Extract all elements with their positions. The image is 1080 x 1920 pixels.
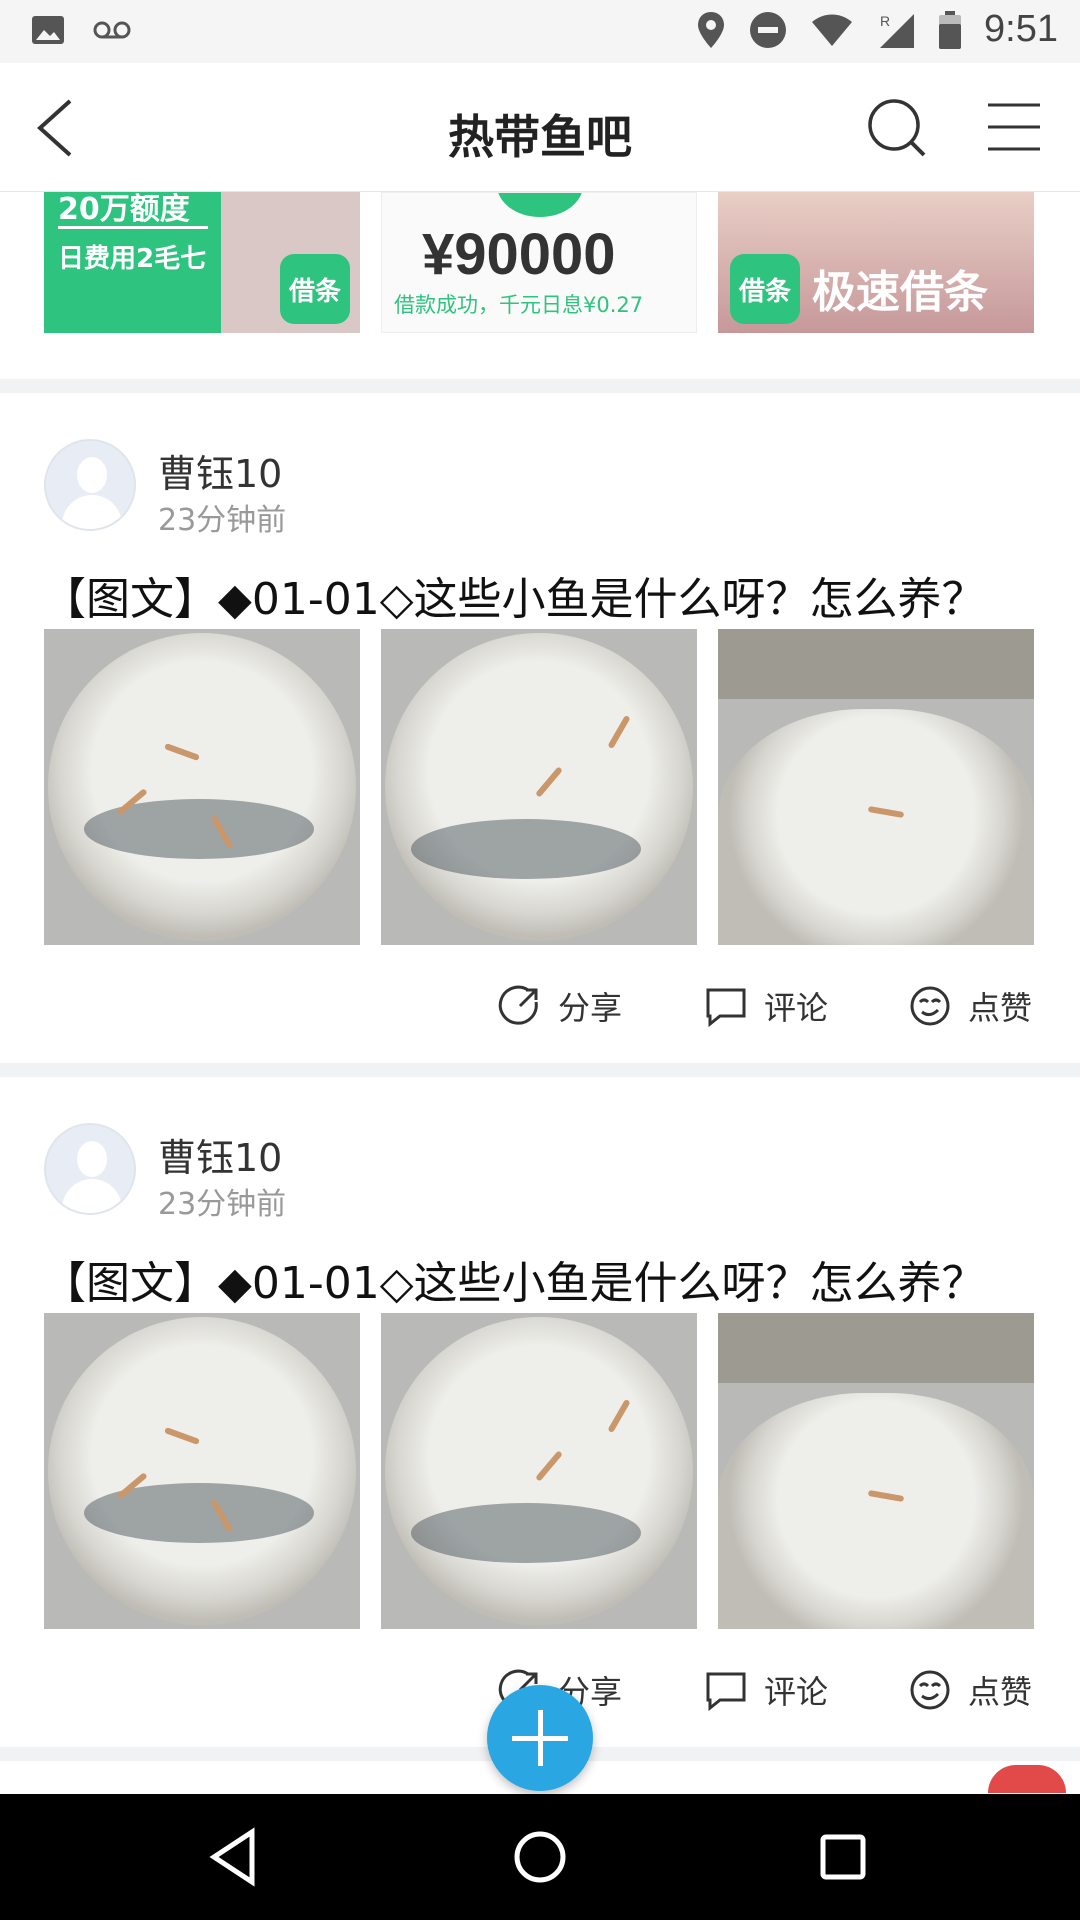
navigation-bar	[0, 1794, 1080, 1920]
share-action[interactable]: 分享	[498, 981, 622, 1031]
ad-subtitle: 借款成功，千元日息¥0.27	[394, 293, 644, 317]
ad-banner-1[interactable]: 20万额度 日费用2毛七 借条	[44, 192, 360, 333]
ad-badge: 借条	[730, 254, 800, 324]
post-image[interactable]	[718, 629, 1034, 945]
ad-strip: 20万额度 日费用2毛七 借条 ¥90000 借款成功，千元日息¥0.27 借条…	[0, 192, 1080, 382]
signal-roaming-icon: R	[880, 13, 915, 48]
post-title[interactable]: 【图文】◆01-01◇这些小鱼是什么呀？怎么养？	[42, 563, 986, 627]
comment-label: 评论	[764, 989, 829, 1027]
post-card[interactable]: 曹钰10 23分钟前 【图文】◆01-01◇这些小鱼是什么呀？怎么养？ 分享 评…	[0, 393, 1080, 1063]
like-icon	[910, 1670, 950, 1710]
like-label: 点赞	[968, 989, 1033, 1027]
section-divider	[0, 379, 1080, 393]
ad-divider	[58, 226, 208, 229]
title-bar: 热带鱼吧	[0, 63, 1080, 192]
voicemail-icon	[93, 21, 131, 39]
post-title[interactable]: 【图文】◆01-01◇这些小鱼是什么呀？怎么养？	[42, 1247, 986, 1311]
wifi-icon	[812, 14, 853, 46]
share-icon	[498, 985, 538, 1025]
like-action[interactable]: 点赞	[908, 1665, 1032, 1715]
do-not-disturb-icon	[750, 11, 787, 48]
comment-action[interactable]: 评论	[704, 1665, 828, 1715]
recents-square-icon[interactable]	[810, 1824, 876, 1890]
like-label: 点赞	[968, 1673, 1033, 1711]
ad-line2: 日费用2毛七	[58, 244, 207, 274]
comment-icon	[706, 1672, 746, 1712]
share-label: 分享	[558, 989, 623, 1027]
comment-label: 评论	[764, 1673, 829, 1711]
status-bar: R 9:51	[0, 0, 1080, 63]
home-circle-icon[interactable]	[507, 1824, 573, 1890]
battery-icon	[939, 10, 962, 49]
post-image[interactable]	[381, 1313, 697, 1629]
post-time: 23分钟前	[158, 1187, 287, 1222]
ad-badge: 借条	[280, 254, 350, 324]
post-card[interactable]: 曹钰10 23分钟前 【图文】◆01-01◇这些小鱼是什么呀？怎么养？ 分享 评…	[0, 1077, 1080, 1747]
avatar[interactable]	[44, 439, 136, 531]
location-icon	[698, 11, 725, 48]
post-image[interactable]	[381, 629, 697, 945]
post-image[interactable]	[44, 1313, 360, 1629]
post-author[interactable]: 曹钰10	[158, 443, 282, 498]
section-divider	[0, 1063, 1080, 1077]
comment-icon	[706, 988, 746, 1028]
hamburger-menu-icon[interactable]	[984, 97, 1044, 157]
avatar[interactable]	[44, 1123, 136, 1215]
image-icon	[32, 16, 64, 44]
ad-line1: 20万额度	[58, 192, 190, 227]
comment-action[interactable]: 评论	[704, 981, 828, 1031]
new-post-plus-icon[interactable]	[487, 1685, 593, 1791]
ad-slogan: 极速借条	[812, 267, 988, 318]
like-icon	[910, 986, 950, 1026]
like-action[interactable]: 点赞	[908, 981, 1032, 1031]
search-icon[interactable]	[864, 95, 930, 161]
decoration-icon	[988, 1765, 1066, 1793]
ad-banner-2[interactable]: ¥90000 借款成功，千元日息¥0.27	[381, 192, 697, 333]
post-image[interactable]	[44, 629, 360, 945]
ad-banner-3[interactable]: 借条 极速借条	[718, 192, 1034, 333]
ad-amount: ¥90000	[422, 222, 616, 287]
status-time: 9:51	[984, 8, 1058, 50]
svg-text:R: R	[880, 13, 890, 29]
post-time: 23分钟前	[158, 503, 287, 538]
back-triangle-icon[interactable]	[204, 1824, 270, 1890]
post-author[interactable]: 曹钰10	[158, 1127, 282, 1182]
post-image[interactable]	[718, 1313, 1034, 1629]
ad-bubble	[497, 193, 583, 217]
